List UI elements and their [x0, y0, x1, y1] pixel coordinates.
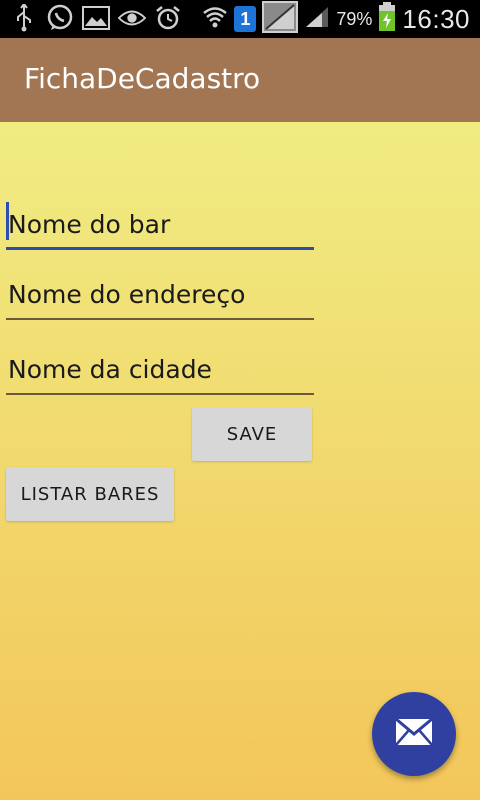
- app-bar: FichaDeCadastro: [0, 38, 480, 122]
- save-button[interactable]: SAVE: [192, 407, 312, 461]
- sim-badge-icon: 1: [234, 6, 257, 32]
- text-cursor: [6, 202, 9, 240]
- eye-icon: [118, 4, 146, 32]
- mail-icon: [395, 717, 433, 750]
- address-underline: [6, 318, 314, 320]
- status-bar: 1 79% 16:30: [0, 0, 480, 38]
- bar-name-field: [6, 202, 316, 250]
- address-input[interactable]: [6, 272, 316, 316]
- address-field: [6, 272, 316, 320]
- city-field: [6, 347, 316, 395]
- bar-name-underline: [6, 247, 314, 250]
- image-icon: [82, 4, 110, 32]
- alarm-icon: [154, 4, 182, 32]
- whatsapp-icon: [46, 4, 74, 32]
- city-underline: [6, 393, 314, 395]
- system-indicators: 1 79% 16:30: [202, 1, 470, 37]
- list-bars-button[interactable]: LISTAR BARES: [6, 467, 174, 521]
- battery-percent: 79%: [336, 8, 373, 29]
- no-signal-icon: [262, 1, 299, 37]
- sim-badge-number: 1: [240, 9, 251, 29]
- notification-icons: [10, 4, 182, 32]
- app-title: FichaDeCadastro: [24, 62, 261, 95]
- clock: 16:30: [402, 3, 470, 34]
- usb-icon: [10, 4, 38, 32]
- wifi-icon: [202, 4, 228, 34]
- battery-charging-icon: [378, 2, 396, 36]
- mail-fab[interactable]: [372, 692, 456, 776]
- bar-name-input[interactable]: [6, 202, 316, 246]
- city-input[interactable]: [6, 347, 316, 391]
- signal-icon: [304, 5, 330, 33]
